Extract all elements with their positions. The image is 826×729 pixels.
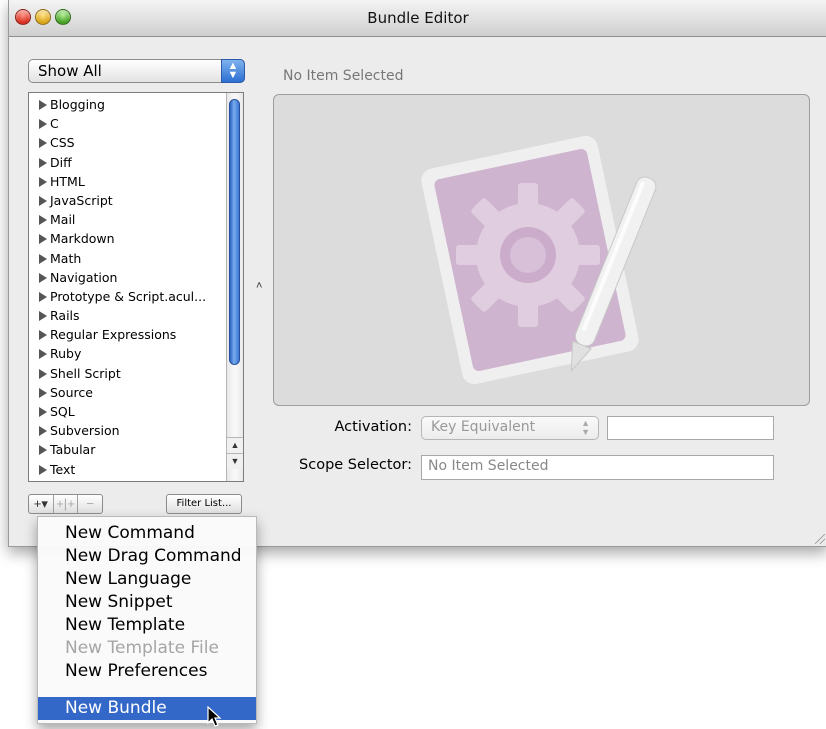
disclosure-triangle-icon[interactable]: [39, 253, 47, 264]
bundle-list-item[interactable]: Diff: [29, 153, 225, 172]
bundle-list[interactable]: Blogging C CSS Diff HTML JavaScript Mail Markdo…: [28, 92, 244, 482]
bundle-list-item[interactable]: Regular Expressions: [29, 325, 225, 344]
bundle-list-item-label: Navigation: [50, 269, 118, 285]
show-filter-value: Show All: [38, 62, 102, 80]
bundle-list-item[interactable]: SQL: [29, 402, 225, 421]
disclosure-triangle-icon[interactable]: [39, 234, 47, 245]
bundle-list-item[interactable]: Text: [29, 460, 225, 479]
bundle-list-item[interactable]: Subversion: [29, 421, 225, 440]
title-bar[interactable]: Bundle Editor: [9, 0, 826, 37]
bundle-list-item[interactable]: Shell Script: [29, 364, 225, 383]
disclosure-triangle-icon[interactable]: [39, 368, 47, 379]
menu-item-new-template-file: New Template File: [65, 638, 219, 658]
disclosure-triangle-icon[interactable]: [39, 119, 47, 130]
bundle-list-item[interactable]: Math: [29, 249, 225, 268]
scrollbar-thumb[interactable]: [229, 99, 240, 365]
activation-popup[interactable]: Key Equivalent ▲ ▼: [421, 416, 599, 440]
bundle-list-item-label: Text: [50, 461, 76, 477]
bundle-list-item[interactable]: HTML: [29, 172, 225, 191]
key-equivalent-field[interactable]: [607, 416, 774, 440]
bundle-list-item[interactable]: Navigation: [29, 268, 225, 287]
bundle-list-item[interactable]: Blogging: [29, 95, 225, 114]
bundle-editor-placeholder-icon: [421, 135, 657, 385]
disclosure-triangle-icon[interactable]: [39, 291, 47, 302]
bundle-list-item-label: CSS: [50, 135, 75, 151]
add-group-button[interactable]: +|+: [54, 495, 79, 513]
bundle-list-item-label: Diff: [50, 154, 72, 170]
disclosure-triangle-icon[interactable]: [39, 464, 47, 475]
bundle-list-item-label: Math: [50, 250, 82, 266]
list-action-buttons: +▾ +|+ −: [28, 494, 103, 514]
menu-item-new-language[interactable]: New Language: [38, 568, 256, 591]
bundle-list-item-label: Markdown: [50, 231, 115, 247]
bundle-list-item[interactable]: Prototype & Script.acul...: [29, 287, 225, 306]
disclosure-triangle-icon[interactable]: [39, 195, 47, 206]
scope-selector-field[interactable]: No Item Selected: [421, 455, 774, 480]
disclosure-triangle-icon[interactable]: [39, 176, 47, 187]
disclosure-triangle-icon[interactable]: [39, 311, 47, 322]
disclosure-triangle-icon[interactable]: [39, 426, 47, 437]
bundle-list-item[interactable]: Mail: [29, 210, 225, 229]
bundle-list-item-label: Subversion: [50, 423, 120, 439]
disclosure-triangle-icon[interactable]: [39, 215, 47, 226]
disclosure-triangle-icon[interactable]: [39, 330, 47, 341]
disclosure-triangle-icon[interactable]: [39, 157, 47, 168]
bundle-list-items: Blogging C CSS Diff HTML JavaScript Mail Markdo…: [29, 95, 225, 479]
bundle-list-item-label: Prototype & Script.acul...: [50, 288, 207, 304]
menu-item-new-drag-command[interactable]: New Drag Command: [38, 545, 256, 568]
popup-arrows-icon: ▲ ▼: [581, 418, 590, 437]
bundle-list-item[interactable]: Rails: [29, 306, 225, 325]
disclosure-triangle-icon[interactable]: [39, 100, 47, 110]
disclosure-triangle-icon[interactable]: [39, 387, 47, 398]
bundle-list-item-label: SQL: [50, 404, 75, 419]
scope-selector-label: Scope Selector:: [299, 457, 412, 473]
window-title: Bundle Editor: [367, 9, 469, 27]
menu-item-new-template[interactable]: New Template: [38, 614, 256, 637]
bundle-list-item-label: Source: [50, 384, 93, 400]
bundle-list-item-label: Rails: [50, 308, 80, 324]
disclosure-triangle-icon[interactable]: [39, 138, 47, 149]
add-item-button[interactable]: +▾: [29, 495, 54, 513]
mouse-pointer-icon: [207, 706, 222, 727]
scope-selector-value: No Item Selected: [428, 458, 549, 474]
editor-header: No Item Selected: [283, 68, 404, 84]
remove-item-button[interactable]: −: [78, 495, 102, 513]
bundle-list-item[interactable]: JavaScript: [29, 191, 225, 210]
scroll-up-icon[interactable]: ▲: [227, 437, 243, 453]
bundle-list-item[interactable]: Source: [29, 383, 225, 402]
disclosure-triangle-icon[interactable]: [39, 272, 47, 283]
activation-value: Key Equivalent: [431, 419, 536, 435]
activation-label: Activation:: [334, 419, 412, 435]
bundle-list-item-label: Tabular: [50, 442, 96, 458]
filter-list-button[interactable]: Filter List...: [166, 494, 242, 514]
show-filter-popup[interactable]: Show All ▲ ▼: [28, 59, 245, 83]
disclosure-triangle-icon[interactable]: [39, 407, 47, 417]
list-scrollbar[interactable]: ▲ ▼: [226, 93, 243, 481]
bundle-list-item-label: JavaScript: [50, 192, 113, 208]
bundle-list-item[interactable]: Tabular: [29, 440, 225, 459]
menu-item-new-command[interactable]: New Command: [38, 522, 256, 545]
bundle-list-item[interactable]: Markdown: [29, 229, 225, 248]
bundle-list-item-label: Regular Expressions: [50, 327, 177, 343]
disclosure-triangle-icon[interactable]: [39, 445, 47, 456]
scroll-down-icon[interactable]: ▼: [227, 453, 243, 469]
bundle-list-item[interactable]: CSS: [29, 133, 225, 152]
bundle-list-item-label: Mail: [50, 212, 76, 228]
split-view-handle[interactable]: ˄: [256, 280, 262, 292]
menu-item-new-snippet[interactable]: New Snippet: [38, 591, 256, 614]
popup-arrows-icon: ▲ ▼: [221, 59, 245, 83]
add-item-menu: New Command New Drag Command New Language N…: [37, 516, 257, 724]
disclosure-triangle-icon[interactable]: [39, 349, 47, 360]
bundle-list-item-label: Ruby: [50, 346, 82, 362]
bundle-list-item[interactable]: C: [29, 114, 225, 133]
menu-item-new-bundle[interactable]: New Bundle: [38, 697, 256, 720]
bundle-list-item-label: Shell Script: [50, 365, 121, 381]
bundle-list-item-label: HTML: [50, 173, 85, 189]
menu-item-new-preferences[interactable]: New Preferences: [38, 660, 256, 683]
bundle-list-item[interactable]: Ruby: [29, 344, 225, 363]
bundle-list-item-label: Blogging: [50, 97, 105, 112]
bundle-list-item-label: C: [50, 116, 59, 132]
resize-grip-icon[interactable]: [815, 534, 825, 544]
